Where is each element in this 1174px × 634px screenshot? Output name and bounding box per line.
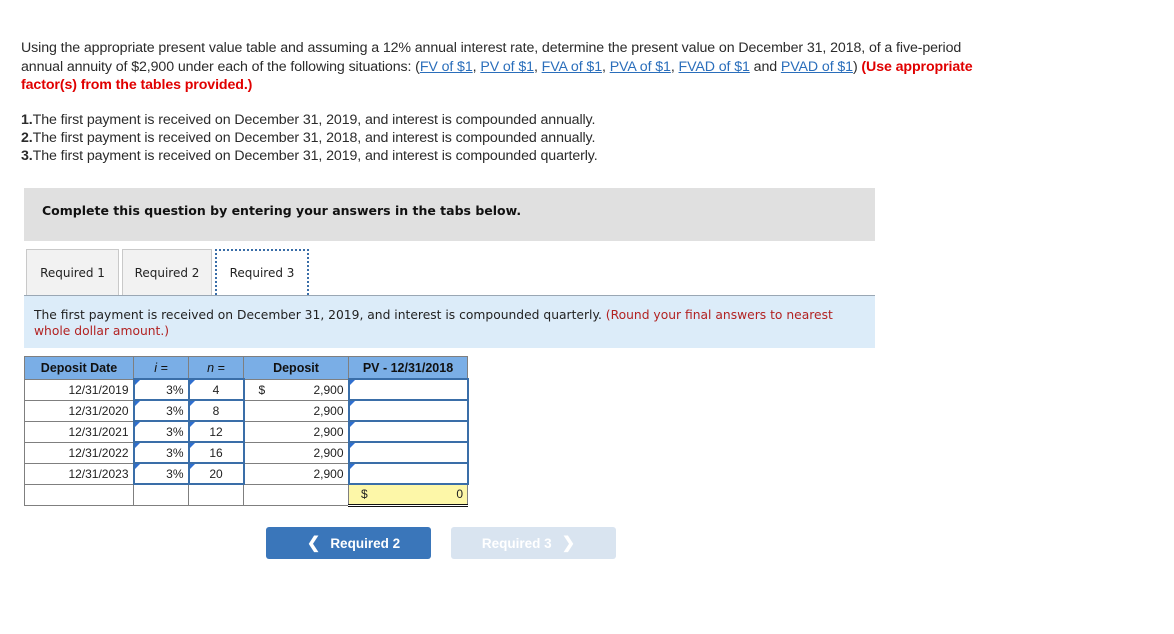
rate-input[interactable]: 3% xyxy=(132,441,190,464)
link-pva-of-1[interactable]: PVA of $1 xyxy=(610,59,671,75)
link-fvad-of-1[interactable]: FVAD of $1 xyxy=(679,59,750,75)
header-i: i = xyxy=(133,356,189,380)
chevron-left-icon: ❮ xyxy=(306,535,321,552)
table-row: 12/31/2022 3% 16 2,900 xyxy=(24,441,469,464)
link-pvad-of-1[interactable]: PVAD of $1 xyxy=(781,59,853,75)
deposit-date: 12/31/2020 xyxy=(24,399,134,422)
tab-required-1[interactable]: Required 1 xyxy=(26,249,119,295)
input-flag-icon xyxy=(349,380,355,385)
rate-input[interactable]: 3% xyxy=(132,399,190,422)
situation-item: 3.The first payment is received on Decem… xyxy=(21,148,598,165)
header-n: n = xyxy=(188,356,244,380)
table-row: 12/31/2019 3% 4 $2,900 xyxy=(24,378,469,401)
pv-input[interactable] xyxy=(347,462,469,485)
situation-item: 1.The first payment is received on Decem… xyxy=(21,112,596,128)
deposit-amount: 2,900 xyxy=(243,462,349,485)
table-total-row: $0 xyxy=(24,483,468,507)
deposit-date: 12/31/2019 xyxy=(24,378,134,401)
input-flag-icon xyxy=(134,422,140,427)
deposit-amount: $2,900 xyxy=(243,378,349,401)
deposit-date: 12/31/2023 xyxy=(24,462,134,485)
table-row: 12/31/2021 3% 12 2,900 xyxy=(24,420,469,443)
periods-input[interactable]: 20 xyxy=(187,462,245,485)
situations-list: 1.The first payment is received on Decem… xyxy=(21,111,598,166)
instruction-panel: The first payment is received on Decembe… xyxy=(24,296,875,348)
table-row: 12/31/2020 3% 8 2,900 xyxy=(24,399,469,422)
periods-input[interactable]: 4 xyxy=(187,378,245,401)
header-deposit: Deposit xyxy=(243,356,349,380)
pv-total: $0 xyxy=(348,483,468,507)
chevron-right-icon: ❯ xyxy=(561,535,576,552)
tab-required-3[interactable]: Required 3 xyxy=(215,249,309,295)
table-header-row: Deposit Date i = n = Deposit PV - 12/31/… xyxy=(24,356,468,380)
next-required-3-button[interactable]: Required 3 ❯ xyxy=(451,527,616,559)
deposit-amount: 2,900 xyxy=(243,399,349,422)
table-row: 12/31/2023 3% 20 2,900 xyxy=(24,462,469,485)
input-flag-icon xyxy=(189,380,195,385)
periods-input[interactable]: 16 xyxy=(187,441,245,464)
input-flag-icon xyxy=(349,464,355,469)
instructions-banner: Complete this question by entering your … xyxy=(24,188,875,241)
input-flag-icon xyxy=(349,443,355,448)
banner-text: Complete this question by entering your … xyxy=(42,203,522,218)
input-flag-icon xyxy=(189,464,195,469)
pv-input[interactable] xyxy=(347,420,469,443)
input-flag-icon xyxy=(134,401,140,406)
situation-item: 2.The first payment is received on Decem… xyxy=(21,130,596,147)
deposit-date: 12/31/2021 xyxy=(24,420,134,443)
periods-input[interactable]: 8 xyxy=(187,399,245,422)
pv-input[interactable] xyxy=(347,441,469,464)
question-intro: Using the appropriate present value tabl… xyxy=(21,40,973,93)
header-deposit-date: Deposit Date xyxy=(24,356,134,380)
deposit-amount: 2,900 xyxy=(243,441,349,464)
rate-input[interactable]: 3% xyxy=(132,378,190,401)
input-flag-icon xyxy=(189,443,195,448)
input-flag-icon xyxy=(189,401,195,406)
deposit-date: 12/31/2022 xyxy=(24,441,134,464)
link-fv-of-1[interactable]: FV of $1 xyxy=(420,59,473,75)
rate-input[interactable]: 3% xyxy=(132,462,190,485)
tab-required-2[interactable]: Required 2 xyxy=(122,249,212,295)
link-pv-of-1[interactable]: PV of $1 xyxy=(480,59,534,75)
instruction-text: The first payment is received on Decembe… xyxy=(34,308,602,322)
pv-input[interactable] xyxy=(347,399,469,422)
link-fva-of-1[interactable]: FVA of $1 xyxy=(542,59,602,75)
header-pv: PV - 12/31/2018 xyxy=(348,356,468,380)
input-flag-icon xyxy=(349,422,355,427)
pv-table: Deposit Date i = n = Deposit PV - 12/31/… xyxy=(24,356,469,507)
input-flag-icon xyxy=(134,443,140,448)
input-flag-icon xyxy=(349,401,355,406)
pv-input[interactable] xyxy=(347,378,469,401)
input-flag-icon xyxy=(189,422,195,427)
periods-input[interactable]: 12 xyxy=(187,420,245,443)
deposit-amount: 2,900 xyxy=(243,420,349,443)
input-flag-icon xyxy=(134,380,140,385)
prev-required-2-button[interactable]: ❮ Required 2 xyxy=(266,527,431,559)
rate-input[interactable]: 3% xyxy=(132,420,190,443)
input-flag-icon xyxy=(134,464,140,469)
